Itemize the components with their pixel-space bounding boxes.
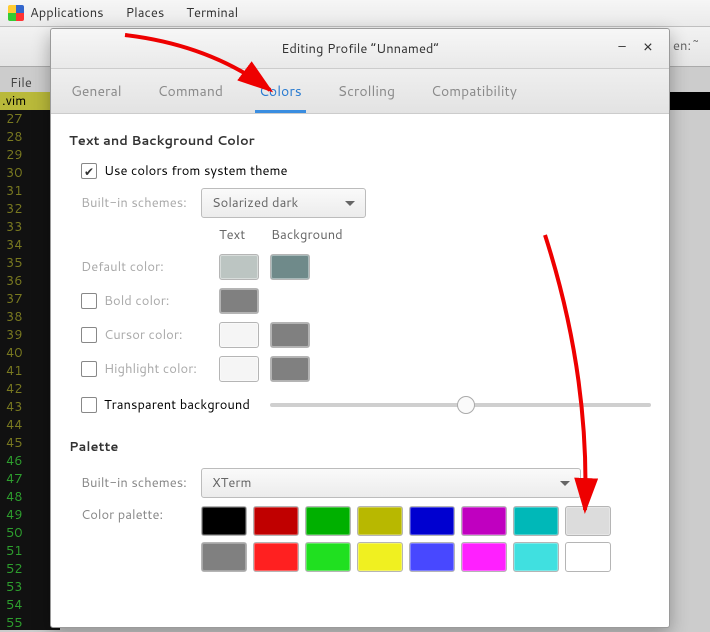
palette-swatch-11[interactable]: [357, 542, 403, 572]
desktop-menubar: Applications Places Terminal: [0, 0, 710, 27]
label-bold-color: Bold color:: [104, 292, 219, 310]
palette-swatch-4[interactable]: [409, 506, 455, 536]
row-palette-schemes: Built-in schemes: XTerm: [81, 468, 651, 498]
minimize-button[interactable]: –: [615, 41, 629, 55]
palette-swatch-0[interactable]: [201, 506, 247, 536]
dialog-tabs: General Command Colors Scrolling Compati…: [51, 69, 669, 114]
palette-swatch-3[interactable]: [357, 506, 403, 536]
row-default-color: Default color:: [81, 254, 651, 280]
checkbox-cursor-color[interactable]: [81, 327, 97, 343]
label-use-system-theme: Use colors from system theme: [104, 162, 288, 180]
menu-places[interactable]: Places: [126, 4, 165, 22]
slider-thumb[interactable]: [457, 396, 475, 414]
terminal-menu-file[interactable]: File: [10, 74, 32, 92]
activities-icon: [8, 5, 24, 21]
combo-builtin-schemes-value: Solarized dark: [212, 194, 298, 212]
close-button[interactable]: ×: [641, 41, 655, 55]
palette-swatch-5[interactable]: [461, 506, 507, 536]
palette-swatch-2[interactable]: [305, 506, 351, 536]
checkbox-highlight-color[interactable]: [81, 361, 97, 377]
label-default-color: Default color:: [81, 258, 219, 276]
menu-applications[interactable]: Applications: [30, 4, 104, 22]
palette-swatch-7[interactable]: [565, 506, 611, 536]
label-cursor-color: Cursor color:: [104, 326, 219, 344]
swatch-default-text[interactable]: [219, 254, 259, 280]
tab-colors-content: Text and Background Color Use colors fro…: [51, 114, 669, 627]
palette-swatch-10[interactable]: [305, 542, 351, 572]
terminal-window-title: en:~: [673, 37, 700, 55]
label-builtin-schemes: Built-in schemes:: [81, 194, 201, 212]
dialog-titlebar[interactable]: Editing Profile “Unnamed” – ×: [51, 29, 669, 69]
combo-palette-schemes[interactable]: XTerm: [201, 468, 581, 498]
row-highlight-color: Highlight color:: [81, 356, 651, 382]
swatch-bold-text[interactable]: [219, 288, 259, 314]
tab-general[interactable]: General: [67, 71, 126, 113]
tab-colors[interactable]: Colors: [255, 71, 306, 113]
section-text-and-background: Text and Background Color: [69, 132, 651, 150]
dialog-title: Editing Profile “Unnamed”: [281, 40, 439, 58]
checkbox-use-system-theme[interactable]: [81, 163, 97, 179]
row-color-palette: Color palette:: [81, 506, 651, 572]
tab-scrolling[interactable]: Scrolling: [334, 71, 399, 113]
swatch-cursor-bg[interactable]: [270, 322, 310, 348]
swatch-default-bg[interactable]: [270, 254, 310, 280]
label-transparent-bg: Transparent background: [104, 396, 250, 414]
header-text-column: Text: [219, 226, 271, 244]
palette-swatch-9[interactable]: [253, 542, 299, 572]
tab-command[interactable]: Command: [154, 71, 227, 113]
header-background-column: Background: [271, 226, 323, 244]
palette-swatch-12[interactable]: [409, 542, 455, 572]
row-column-headers: Text Background: [219, 226, 651, 250]
row-use-system-theme[interactable]: Use colors from system theme: [81, 162, 651, 180]
palette-grid: [201, 506, 611, 572]
profile-editor-dialog: Editing Profile “Unnamed” – × General Co…: [50, 28, 670, 628]
palette-swatch-15[interactable]: [565, 542, 611, 572]
slider-transparency[interactable]: [270, 403, 651, 407]
label-palette-schemes: Built-in schemes:: [81, 474, 201, 492]
row-builtin-schemes: Built-in schemes: Solarized dark: [81, 188, 651, 218]
checkbox-bold-color[interactable]: [81, 293, 97, 309]
combo-palette-schemes-value: XTerm: [212, 474, 251, 492]
swatch-highlight-text[interactable]: [219, 356, 259, 382]
combo-builtin-schemes[interactable]: Solarized dark: [201, 188, 366, 218]
palette-swatch-13[interactable]: [461, 542, 507, 572]
swatch-cursor-text[interactable]: [219, 322, 259, 348]
row-cursor-color: Cursor color:: [81, 322, 651, 348]
label-highlight-color: Highlight color:: [104, 360, 219, 378]
palette-swatch-8[interactable]: [201, 542, 247, 572]
label-color-palette: Color palette:: [81, 506, 201, 524]
palette-swatch-1[interactable]: [253, 506, 299, 536]
tab-compatibility[interactable]: Compatibility: [427, 71, 521, 113]
palette-swatch-14[interactable]: [513, 542, 559, 572]
palette-swatch-6[interactable]: [513, 506, 559, 536]
row-bold-color: Bold color:: [81, 288, 651, 314]
menu-terminal[interactable]: Terminal: [186, 4, 238, 22]
section-palette: Palette: [69, 438, 651, 456]
checkbox-transparent-bg[interactable]: [81, 397, 97, 413]
row-transparent-bg: Transparent background: [81, 396, 651, 414]
swatch-highlight-bg[interactable]: [270, 356, 310, 382]
